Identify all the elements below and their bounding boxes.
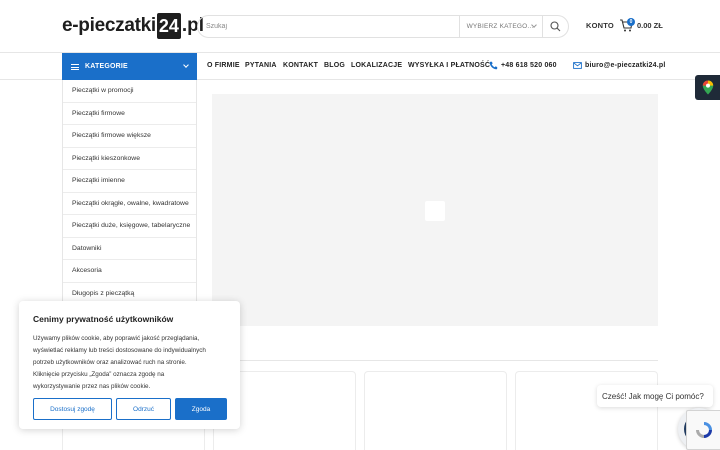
mail-icon	[573, 62, 582, 69]
chevron-down-icon	[183, 62, 189, 68]
accept-button[interactable]: Zgoda	[175, 398, 227, 420]
search-input[interactable]	[198, 23, 459, 30]
product-card[interactable]	[364, 371, 507, 450]
categories-label: KATEGORIE	[85, 63, 128, 70]
main-nav: KATEGORIE O FIRMIE PYTANIA KONTAKT BLOG …	[0, 53, 720, 80]
sidebar-item[interactable]: Pieczątki duże, księgowe, tabelaryczne	[63, 215, 196, 238]
category-sidebar: Pieczątki w promocji Pieczątki firmowe P…	[62, 80, 197, 305]
cookie-text-line: wykorzystywanie przez nas plików cookie.	[33, 383, 151, 390]
cookie-text-line: Kliknięcie przycisku „Zgoda” oznacza zgo…	[33, 371, 165, 378]
nav-item-blog[interactable]: BLOG	[324, 62, 345, 69]
loading-spinner	[425, 201, 445, 221]
recaptcha-icon	[695, 422, 712, 438]
cookie-buttons: Dostosuj zgodę Odrzuć Zgoda	[33, 398, 227, 420]
email-link[interactable]: biuro@e-pieczatki24.pl	[585, 62, 665, 69]
chat-greeting[interactable]: Cześć! Jak mogę Ci pomóc?	[597, 385, 713, 407]
sidebar-item[interactable]: Pieczątki w promocji	[63, 80, 196, 103]
reject-button[interactable]: Odrzuć	[116, 398, 171, 420]
chevron-down-icon	[531, 22, 537, 28]
site-logo[interactable]: e-pieczatki 24 .pl	[62, 13, 204, 39]
cart-total[interactable]: 0.00 ZŁ	[637, 21, 663, 30]
cookie-title: Cenimy prywatność użytkowników	[33, 314, 174, 324]
sidebar-item[interactable]: Datowniki	[63, 238, 196, 260]
nav-item-o-firmie[interactable]: O FIRMIE	[207, 62, 240, 69]
cookie-text-line: potrzeb użytkowników oraz analizować ruc…	[33, 359, 187, 366]
nav-item-pytania[interactable]: PYTANIA	[245, 62, 277, 69]
site-header: e-pieczatki 24 .pl WYBIERZ KATEGO... KON…	[0, 0, 720, 53]
nav-item-lokalizacje[interactable]: LOKALIZACJE	[351, 62, 402, 69]
nav-item-kontakt[interactable]: KONTAKT	[283, 62, 318, 69]
recaptcha-badge[interactable]	[686, 410, 720, 450]
search-icon	[550, 21, 561, 32]
sidebar-item[interactable]: Pieczątki okrągłe, owalne, kwadratowe	[63, 193, 196, 215]
sidebar-item[interactable]: Pieczątki firmowe większe	[63, 125, 196, 148]
customize-consent-button[interactable]: Dostosuj zgodę	[33, 398, 112, 420]
sidebar-item[interactable]: Pieczątki kieszonkowe	[63, 148, 196, 170]
search-bar: WYBIERZ KATEGO...	[197, 15, 569, 38]
map-widget[interactable]	[695, 75, 720, 100]
phone-number[interactable]: +48 618 520 060	[501, 62, 557, 69]
cookie-text: Używamy plików cookie, aby poprawić jako…	[33, 333, 226, 393]
account-link[interactable]: KONTO	[586, 21, 614, 30]
cookie-text-line: Używamy plików cookie, aby poprawić jako…	[33, 335, 200, 342]
cart-count-badge: 0	[627, 18, 635, 26]
logo-prefix: e-pieczatki	[62, 15, 156, 36]
sidebar-item[interactable]: Pieczątki imienne	[63, 170, 196, 193]
categories-toggle[interactable]: KATEGORIE	[62, 53, 197, 80]
product-card[interactable]	[515, 371, 658, 450]
map-pin-icon	[702, 80, 713, 95]
category-select[interactable]: WYBIERZ KATEGO...	[458, 16, 543, 37]
sidebar-item[interactable]: Akcesoria	[63, 260, 196, 283]
phone-icon	[489, 61, 498, 70]
cookie-text-line: wyświetlać reklamy lub treści dostosowan…	[33, 347, 206, 354]
sidebar-item[interactable]: Pieczątki firmowe	[63, 103, 196, 125]
menu-icon	[71, 63, 79, 70]
search-button[interactable]	[542, 16, 568, 37]
logo-number: 24	[156, 13, 181, 39]
nav-item-wysylka[interactable]: WYSYŁKA I PŁATNOŚĆ	[408, 62, 490, 69]
category-select-label: WYBIERZ KATEGO...	[466, 23, 534, 30]
cookie-consent-dialog: Cenimy prywatność użytkowników Używamy p…	[19, 301, 240, 429]
